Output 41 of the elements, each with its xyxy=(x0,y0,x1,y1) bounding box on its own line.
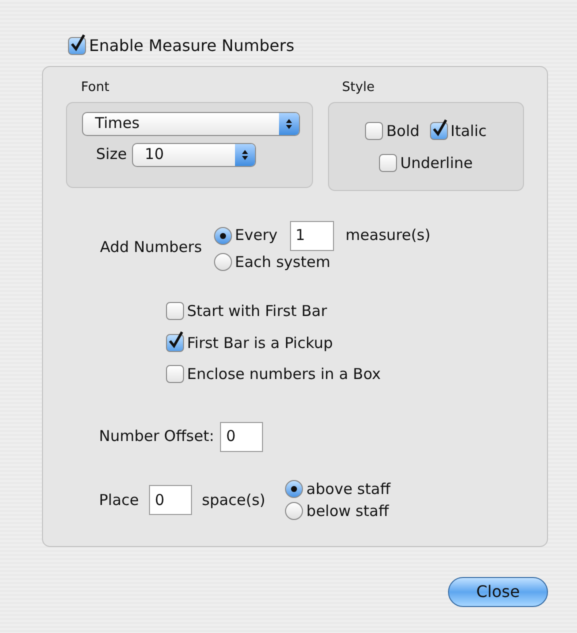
radio-label: Each system xyxy=(234,252,330,272)
checkbox-label: Underline xyxy=(400,153,473,174)
input-field[interactable]: 0 xyxy=(148,485,192,515)
checkmark-icon xyxy=(432,118,448,137)
checkbox-label: Italic xyxy=(450,120,487,142)
radio-label: Every xyxy=(234,225,278,246)
checkbox-label: Bold xyxy=(386,120,420,142)
radio-label: above staff xyxy=(306,478,390,500)
stepper-arrows-icon xyxy=(279,112,299,134)
radio-button[interactable] xyxy=(285,502,304,520)
checkbox-label: Enclose numbers in a Box xyxy=(187,364,381,385)
radio-button[interactable] xyxy=(214,252,232,271)
radio-button[interactable] xyxy=(285,480,304,498)
stepper-arrows-icon xyxy=(234,144,255,166)
checkmark-icon xyxy=(168,330,184,349)
unit-label: space(s) xyxy=(202,490,266,511)
add-numbers-label: Add Numbers xyxy=(100,236,202,258)
dropdown[interactable]: 10 xyxy=(132,142,256,166)
dropdown[interactable]: Times xyxy=(82,112,300,136)
close-button[interactable]: Close xyxy=(448,577,548,607)
input-field[interactable]: 0 xyxy=(220,422,264,452)
checkbox[interactable] xyxy=(379,154,398,172)
unit-label: measure(s) xyxy=(346,225,430,246)
size-label: Size xyxy=(96,144,127,166)
offset-label: Number Offset: xyxy=(99,426,214,448)
checkmark-icon xyxy=(70,34,86,52)
input-field[interactable]: 1 xyxy=(290,220,334,250)
checkbox-label: First Bar is a Pickup xyxy=(187,332,333,354)
checkbox[interactable] xyxy=(166,334,184,352)
group-title: Style xyxy=(342,79,376,97)
checkbox[interactable] xyxy=(430,122,448,140)
checkbox-label: Enable Measure Numbers xyxy=(89,35,294,57)
checkbox[interactable] xyxy=(166,302,184,320)
checkbox[interactable] xyxy=(166,365,184,384)
checkbox[interactable] xyxy=(68,37,86,55)
radio-button[interactable] xyxy=(214,226,232,244)
radio-label: below staff xyxy=(306,501,389,522)
place-label: Place xyxy=(99,490,139,511)
checkbox-label: Start with First Bar xyxy=(187,301,327,322)
checkbox[interactable] xyxy=(365,122,384,140)
group-title: Font xyxy=(81,79,110,97)
